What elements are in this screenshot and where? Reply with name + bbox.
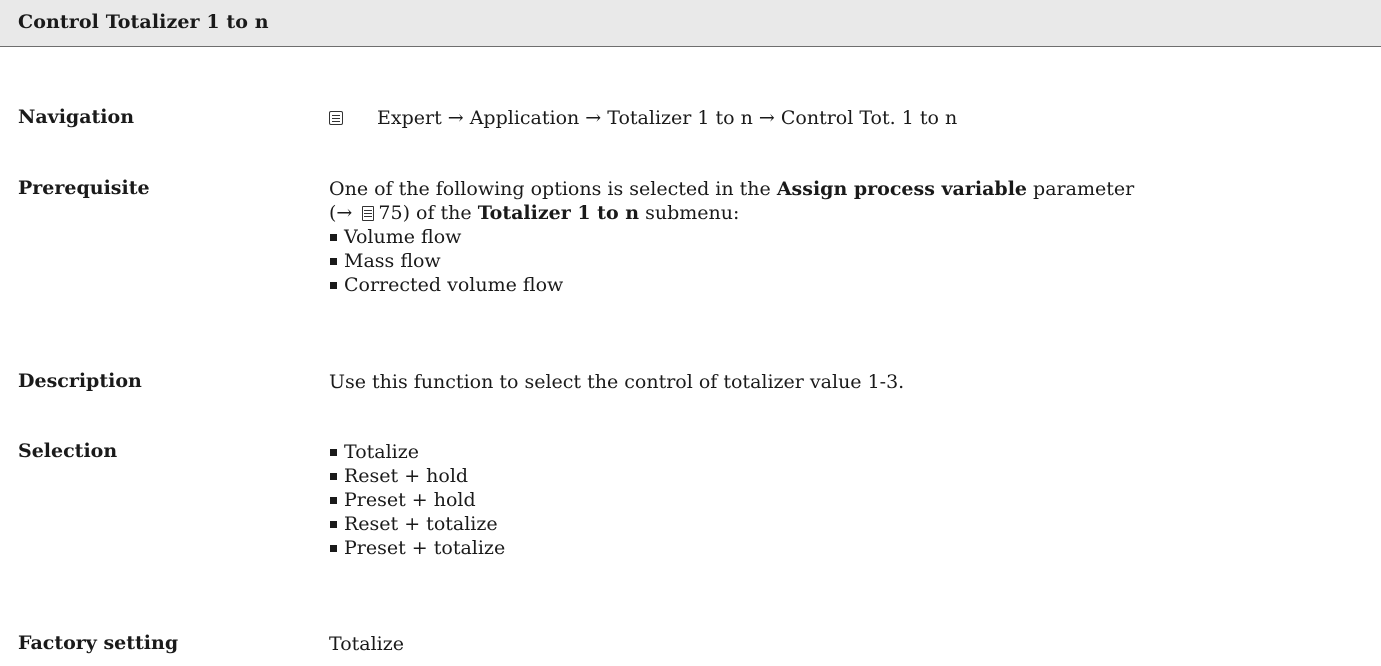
- prerequisite-content: One of the following options is selected…: [329, 177, 1369, 297]
- list-item: Reset + hold: [329, 464, 1369, 488]
- prerequisite-options-list: Volume flow Mass flow Corrected volume f…: [329, 225, 1369, 297]
- selection-content: Totalize Reset + hold Preset + hold Rese…: [329, 440, 1369, 560]
- navigation-content: Expert → Application → Totalizer 1 to n …: [329, 106, 1369, 130]
- factory-setting-label: Factory setting: [18, 632, 179, 654]
- submenu-suffix: submenu:: [639, 202, 740, 224]
- description-label: Description: [18, 370, 142, 392]
- prerequisite-label: Prerequisite: [18, 177, 150, 199]
- totalizer-submenu-name: Totalizer 1 to n: [477, 202, 640, 224]
- assign-process-variable-link: Assign process variable: [776, 178, 1027, 200]
- page-reference-icon: [362, 206, 375, 221]
- list-item: Totalize: [329, 440, 1369, 464]
- list-item: Volume flow: [329, 225, 1369, 249]
- description-text: Use this function to select the control …: [329, 371, 905, 393]
- page-title: Control Totalizer 1 to n: [18, 11, 269, 33]
- selection-label: Selection: [18, 440, 118, 462]
- reference-close: ) of the: [402, 202, 478, 224]
- list-item: Preset + hold: [329, 488, 1369, 512]
- navigation-path: Expert → Application → Totalizer 1 to n …: [377, 107, 958, 129]
- page-reference-link[interactable]: 75: [378, 202, 402, 224]
- list-item: Reset + totalize: [329, 512, 1369, 536]
- list-item: Mass flow: [329, 249, 1369, 273]
- prerequisite-text-suffix: parameter: [1027, 178, 1135, 200]
- factory-setting-content: Totalize: [329, 632, 1369, 656]
- list-item: Corrected volume flow: [329, 273, 1369, 297]
- list-item: Preset + totalize: [329, 536, 1369, 560]
- selection-options-list: Totalize Reset + hold Preset + hold Rese…: [329, 440, 1369, 560]
- prerequisite-sentence-line2: (→ 75) of the Totalizer 1 to n submenu:: [329, 201, 1369, 225]
- factory-setting-value: Totalize: [329, 633, 405, 655]
- prerequisite-text: One of the following options is selected…: [329, 178, 777, 200]
- menu-path-icon: [329, 111, 343, 125]
- reference-open: (→: [329, 202, 359, 224]
- prerequisite-sentence-line1: One of the following options is selected…: [329, 177, 1369, 201]
- navigation-label: Navigation: [18, 106, 135, 128]
- section-header: Control Totalizer 1 to n: [0, 0, 1381, 47]
- description-content: Use this function to select the control …: [329, 370, 1369, 394]
